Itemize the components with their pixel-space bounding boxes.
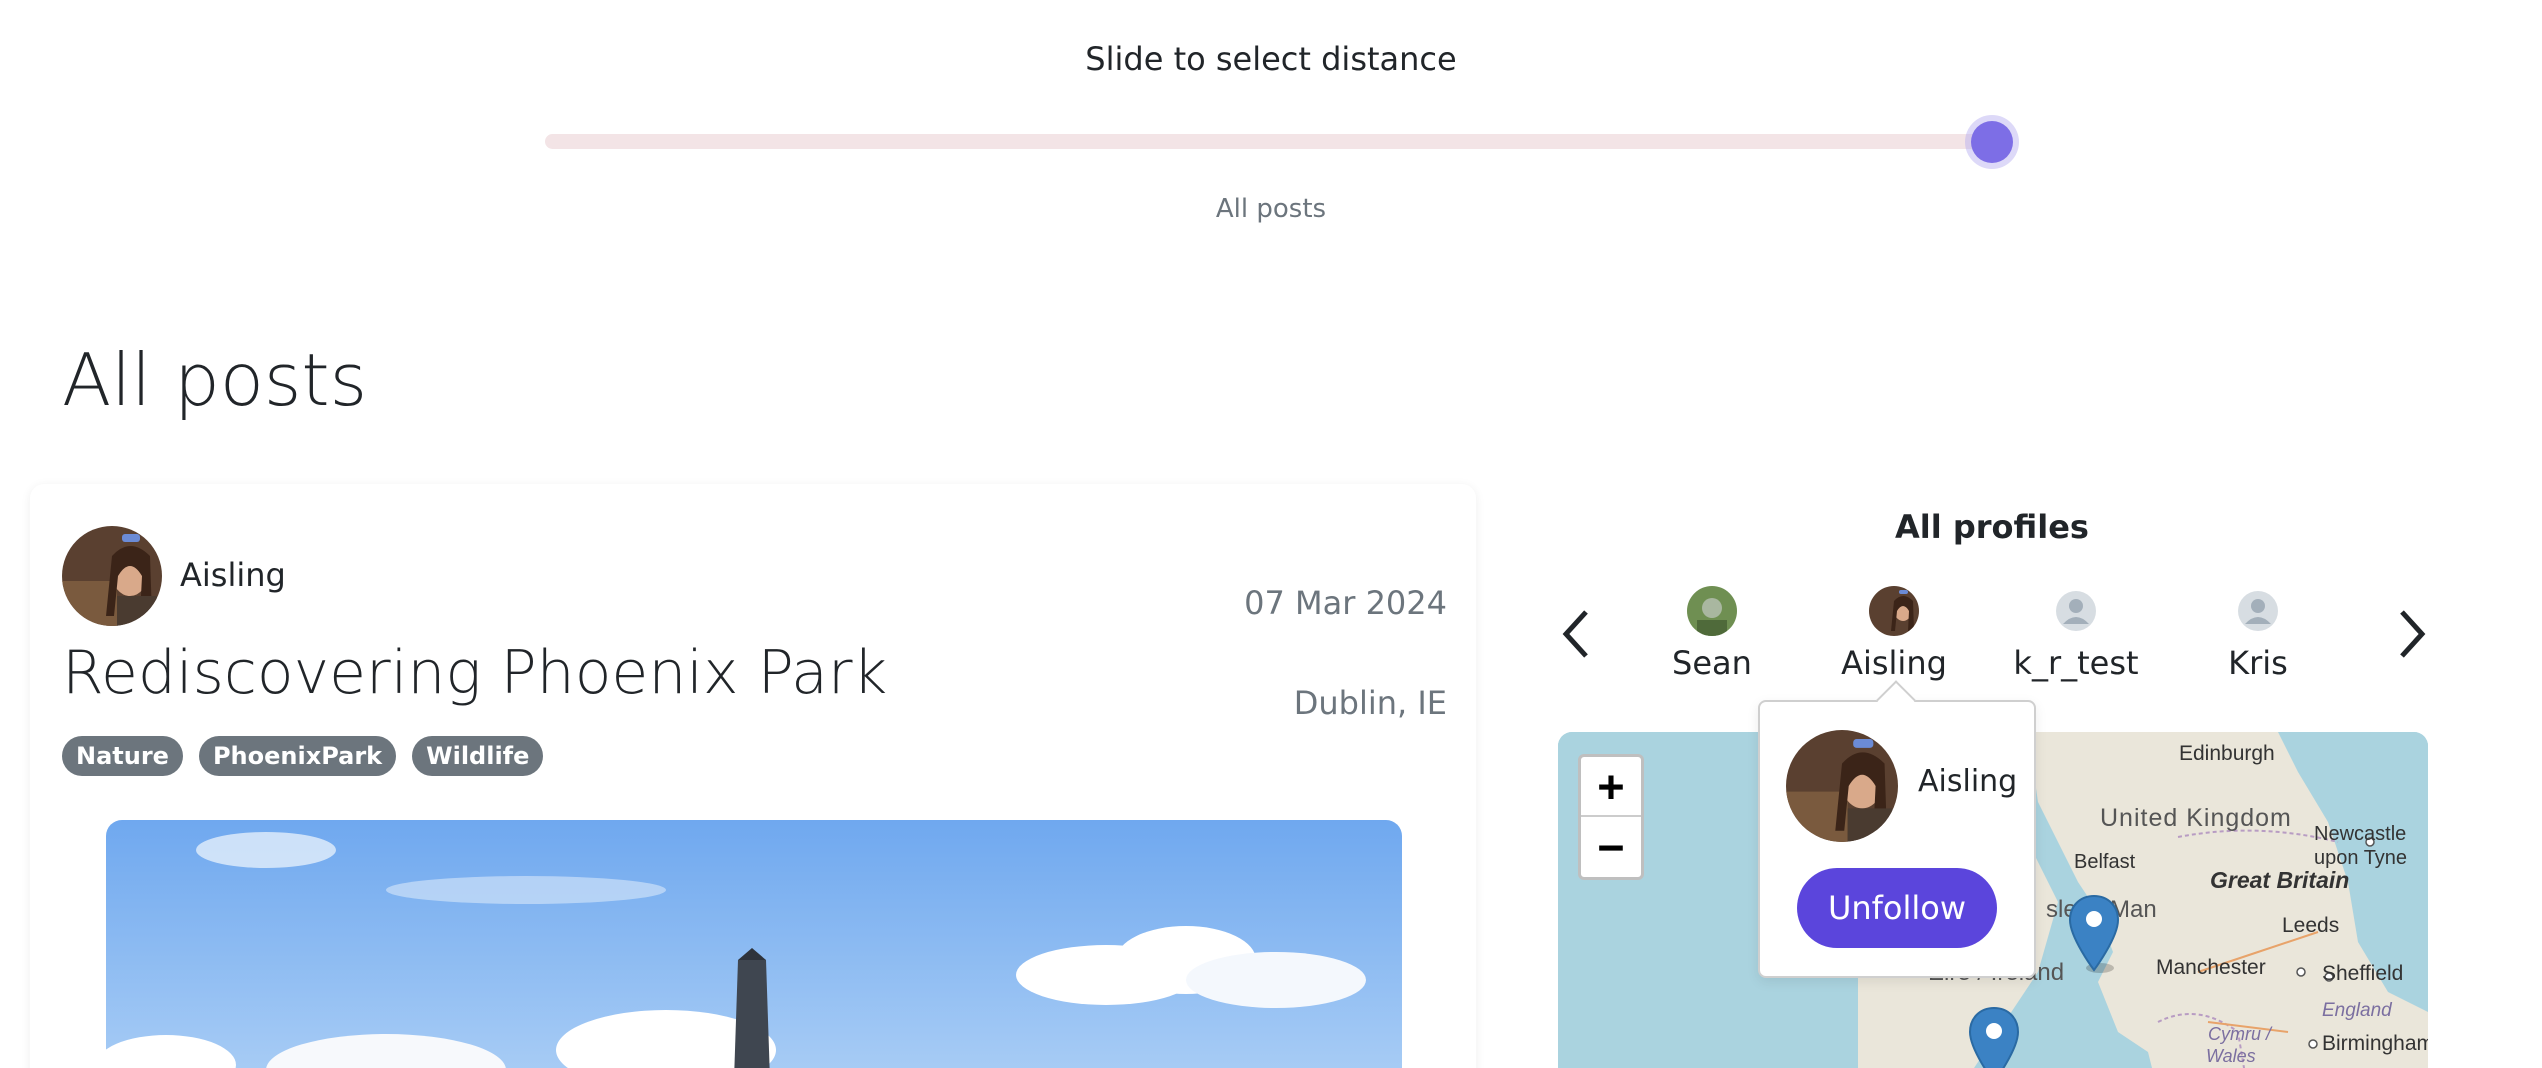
default-avatar-icon	[2233, 586, 2283, 636]
chevron-right-icon[interactable]	[2392, 604, 2432, 664]
map-label-belfast: Belfast	[2074, 851, 2136, 873]
map-zoom-control: + −	[1578, 754, 1644, 880]
map-label-wales: Wales	[2206, 1046, 2256, 1066]
map-label-uk: United Kingdom	[2100, 804, 2292, 832]
map-label-cymru: Cymru /	[2208, 1024, 2273, 1044]
tag-badge[interactable]: Wildlife	[412, 736, 544, 776]
map-marker-icon[interactable]	[2066, 894, 2122, 974]
popover-name: Aisling	[1918, 764, 2018, 799]
post-title[interactable]: Rediscovering Phoenix Park	[62, 638, 887, 708]
avatar	[1687, 586, 1737, 636]
page-title: All posts	[62, 338, 368, 422]
map-label-newcastle: Newcastle	[2314, 823, 2406, 845]
profile-name: Aisling	[1841, 644, 1947, 682]
profile-item-aisling[interactable]: Aisling	[1814, 586, 1974, 682]
map-label-birmingham: Birmingham	[2322, 1032, 2428, 1055]
tag-badge[interactable]: PhoenixPark	[198, 736, 397, 776]
distance-slider-thumb[interactable]	[1971, 121, 2013, 163]
post-author-avatar[interactable]	[62, 526, 162, 626]
map-label-edinburgh: Edinburgh	[2179, 742, 2275, 765]
zoom-out-button[interactable]: −	[1581, 817, 1641, 877]
map-label-england: England	[2322, 1000, 2393, 1021]
profile-item-k-r-test[interactable]: k_r_test	[1996, 586, 2156, 682]
post-tags: Nature PhoenixPark Wildlife	[62, 736, 544, 776]
tag-badge[interactable]: Nature	[62, 736, 183, 776]
slider-value-label: All posts	[1215, 194, 1327, 224]
distance-slider-track[interactable]	[545, 134, 1997, 149]
profile-name: Sean	[1672, 644, 1752, 682]
avatar	[1869, 586, 1919, 636]
profile-item-kris[interactable]: Kris	[2178, 586, 2338, 682]
post-author-name[interactable]: Aisling	[180, 556, 286, 594]
popover-avatar	[1786, 730, 1898, 842]
slider-title: Slide to select distance	[1085, 40, 1457, 78]
unfollow-button[interactable]: Unfollow	[1797, 868, 1997, 948]
map-label-sheffield: Sheffield	[2322, 962, 2403, 985]
post-date: 07 Mar 2024	[1244, 584, 1447, 622]
map-label-manchester: Manchester	[2156, 956, 2266, 979]
post-image[interactable]	[106, 820, 1402, 1068]
map-marker-icon[interactable]	[1966, 1006, 2022, 1068]
map-label-leeds: Leeds	[2282, 914, 2339, 937]
zoom-in-button[interactable]: +	[1581, 757, 1641, 817]
profiles-title: All profiles	[1895, 508, 2089, 546]
map-label-newcastle-2: upon Tyne	[2314, 847, 2407, 869]
map-label-great-britain: Great Britain	[2210, 867, 2349, 893]
post-location: Dublin, IE	[1293, 684, 1447, 722]
chevron-left-icon[interactable]	[1556, 604, 1596, 664]
profile-name: k_r_test	[2013, 644, 2139, 682]
profile-item-sean[interactable]: Sean	[1632, 586, 1792, 682]
default-avatar-icon	[2051, 586, 2101, 636]
profile-name: Kris	[2228, 644, 2288, 682]
